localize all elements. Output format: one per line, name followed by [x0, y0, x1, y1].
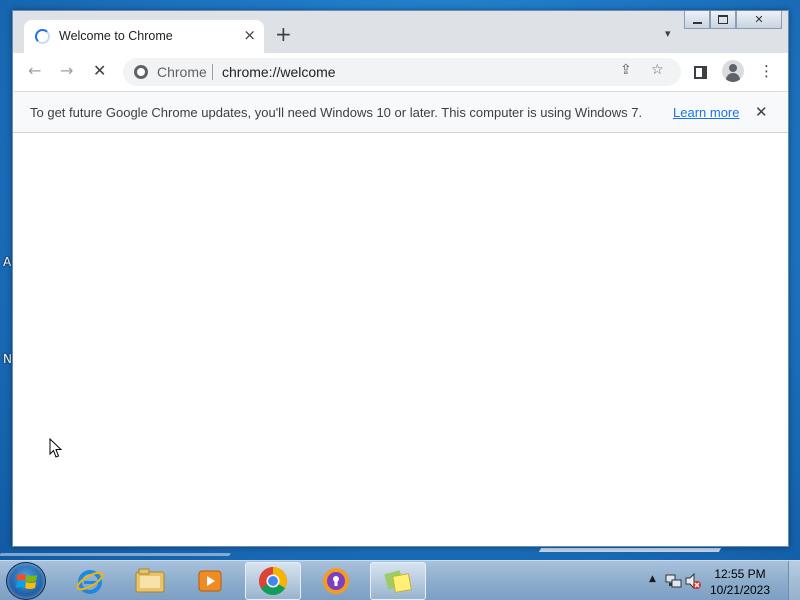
taskbar-secure-browser[interactable] — [308, 562, 364, 600]
taskbar-windows-explorer[interactable] — [122, 562, 178, 600]
start-button[interactable] — [6, 562, 46, 600]
url-text[interactable]: chrome://welcome — [222, 64, 336, 80]
window-controls: ✕ — [684, 11, 782, 29]
taskbar: ▲ 12:55 PM 10/21/2023 — [0, 560, 800, 600]
clock-date: 10/21/2023 — [709, 583, 771, 597]
show-desktop-button[interactable] — [788, 561, 800, 600]
chrome-window: ✕ Welcome to Chrome × + ▾ ← → ✕ Chrome c… — [12, 10, 789, 547]
mouse-cursor-icon — [49, 438, 63, 458]
page-content — [13, 133, 788, 546]
taskbar-sticky-notes[interactable] — [370, 562, 426, 600]
learn-more-link[interactable]: Learn more — [673, 105, 739, 120]
internet-explorer-icon — [76, 570, 104, 594]
infobar-message: To get future Google Chrome updates, you… — [30, 105, 643, 120]
stop-loading-icon[interactable]: ✕ — [93, 61, 106, 80]
tab-title: Welcome to Chrome — [59, 29, 173, 43]
network-icon[interactable] — [664, 572, 682, 590]
address-bar[interactable]: Chrome chrome://welcome ⇪ ☆ — [123, 58, 681, 86]
desktop-icon-label-fragment: N — [3, 352, 12, 366]
chrome-site-icon — [134, 65, 148, 79]
folder-icon — [135, 568, 165, 593]
chrome-icon — [259, 567, 287, 595]
chrome-menu-icon[interactable]: ⋮ — [759, 62, 774, 80]
loading-spinner-icon — [35, 29, 50, 44]
system-clock[interactable]: 12:55 PM 10/21/2023 — [700, 566, 780, 598]
taskbar-internet-explorer[interactable] — [62, 562, 118, 600]
new-tab-button[interactable]: + — [275, 24, 292, 44]
share-icon[interactable]: ⇪ — [620, 62, 632, 78]
media-player-icon — [198, 570, 222, 592]
wallpaper-streak — [0, 553, 231, 556]
show-hidden-icons-icon[interactable]: ▲ — [649, 574, 656, 584]
windows-logo-icon — [16, 574, 37, 589]
secure-browser-icon — [323, 568, 349, 594]
toolbar: ← → ✕ Chrome chrome://welcome ⇪ ☆ ⋮ — [13, 53, 788, 91]
site-chip-label: Chrome — [157, 64, 207, 80]
taskbar-media-player[interactable] — [182, 562, 238, 600]
forward-icon[interactable]: → — [60, 61, 73, 80]
notification-area: ▲ 12:55 PM 10/21/2023 — [640, 561, 800, 600]
taskbar-google-chrome[interactable] — [245, 562, 301, 600]
side-panel-icon[interactable] — [694, 66, 707, 79]
maximize-button[interactable] — [710, 11, 736, 29]
clock-time: 12:55 PM — [714, 567, 766, 581]
tab-welcome[interactable]: Welcome to Chrome × — [24, 20, 264, 53]
back-icon[interactable]: ← — [28, 61, 41, 80]
profile-avatar-icon[interactable] — [722, 60, 744, 82]
minimize-button[interactable] — [684, 11, 710, 29]
infobar-close-icon[interactable]: ✕ — [755, 103, 768, 121]
desktop-icon-label-fragment: A — [3, 255, 12, 269]
tab-search-icon[interactable]: ▾ — [665, 27, 671, 40]
wallpaper-streak — [538, 548, 722, 552]
update-infobar: To get future Google Chrome updates, you… — [13, 91, 788, 133]
bookmark-star-icon[interactable]: ☆ — [651, 62, 664, 78]
omnibox-divider — [212, 64, 213, 80]
tab-close-icon[interactable]: × — [243, 26, 256, 44]
sticky-notes-icon — [384, 570, 412, 593]
close-window-button[interactable]: ✕ — [736, 11, 782, 29]
